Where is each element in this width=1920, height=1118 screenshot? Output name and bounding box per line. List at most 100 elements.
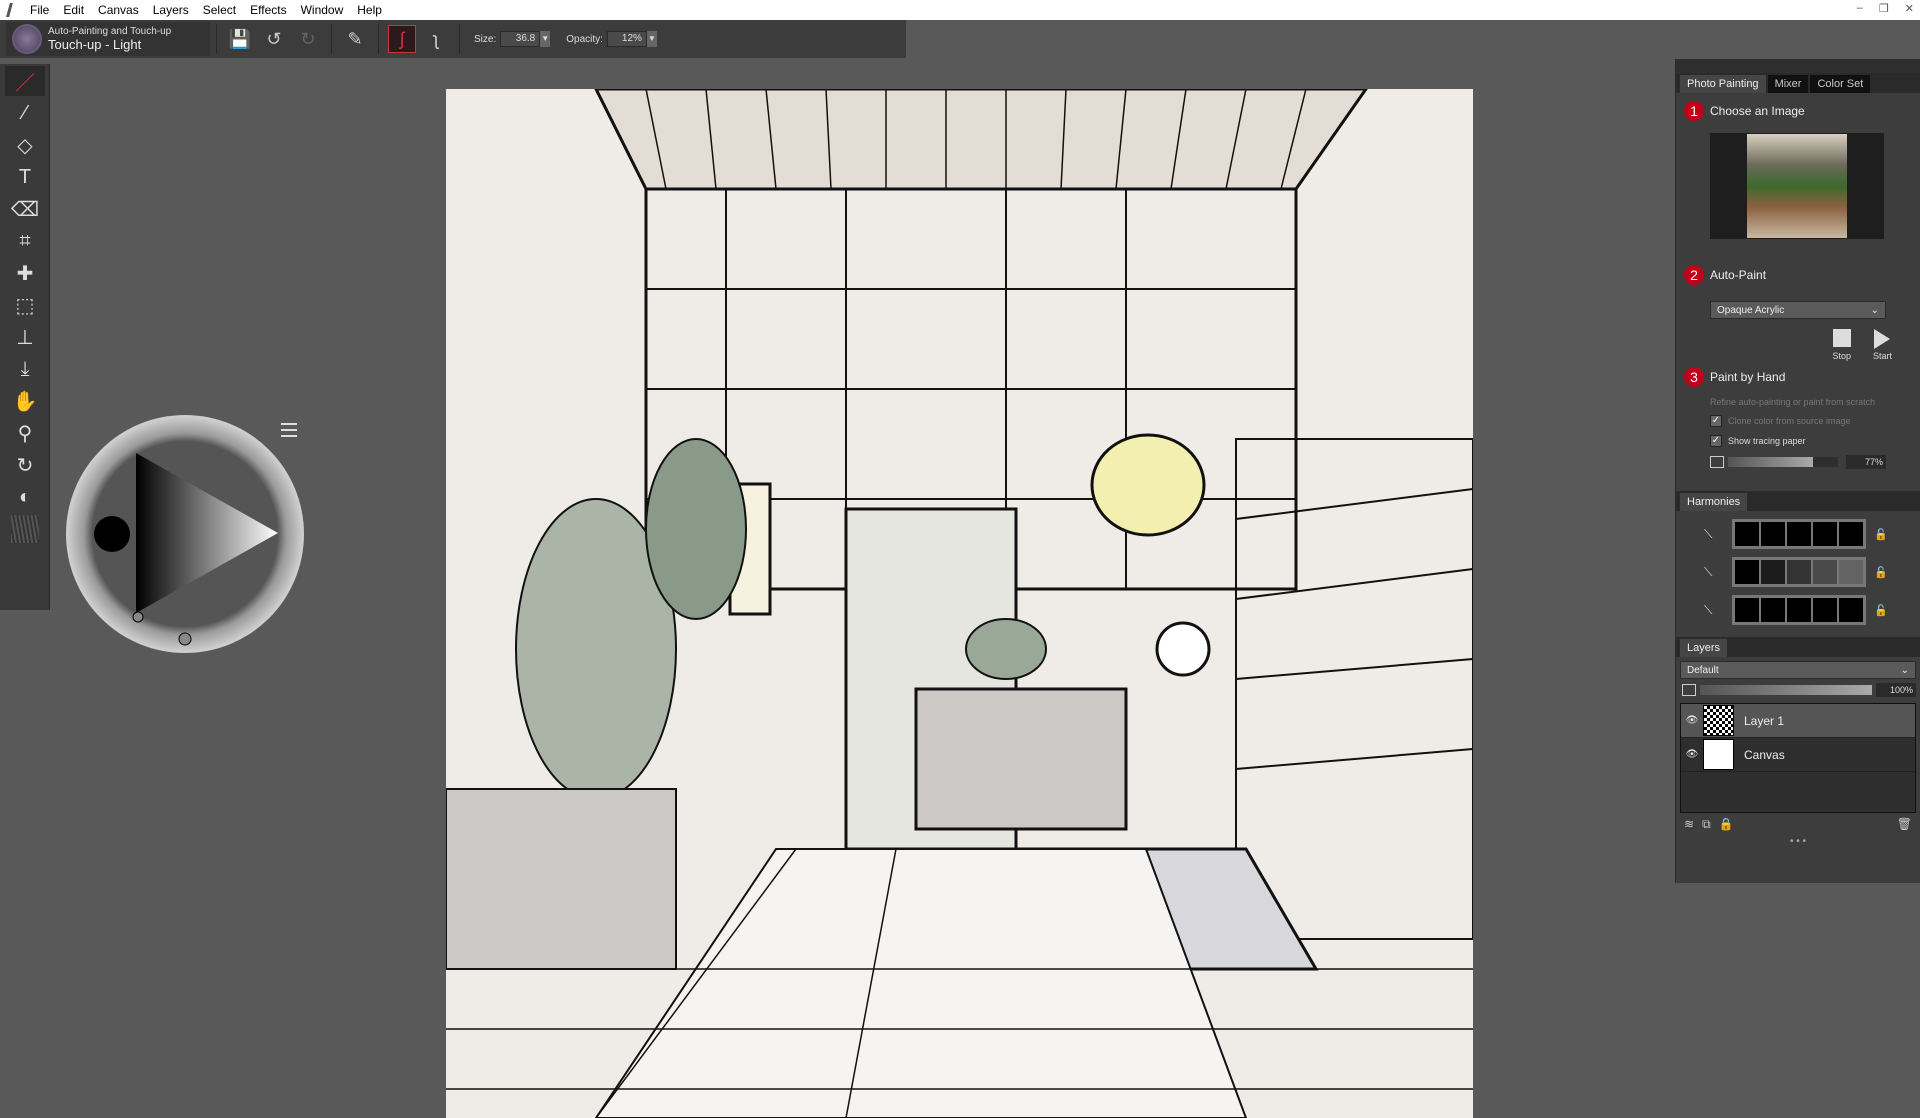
color-swatch[interactable]: [1787, 560, 1811, 584]
color-swatch[interactable]: [1735, 560, 1759, 584]
opacity-dropdown-icon[interactable]: ▼: [646, 31, 657, 47]
redo-icon[interactable]: ↻: [294, 25, 322, 53]
brush-selector[interactable]: Auto-Painting and Touch-up Touch-up - Lig…: [6, 22, 210, 56]
save-icon[interactable]: 💾: [226, 25, 254, 53]
wheel-menu-icon[interactable]: [281, 423, 297, 437]
start-label: Start: [1872, 351, 1892, 361]
checkmark-icon: ✓: [1710, 435, 1722, 447]
menu-canvas[interactable]: Canvas: [98, 3, 139, 17]
color-triangle[interactable]: [66, 415, 304, 653]
size-field[interactable]: 36.8: [500, 31, 541, 47]
color-swatch[interactable]: [1787, 598, 1811, 622]
straight-line-stroke-icon[interactable]: ʅ: [422, 25, 450, 53]
crop-tool-icon[interactable]: ⌗: [5, 226, 45, 256]
menu-window[interactable]: Window: [301, 3, 344, 17]
layer-opacity-value[interactable]: 100%: [1876, 683, 1916, 697]
tab-color-set[interactable]: Color Set: [1810, 75, 1871, 93]
menu-effects[interactable]: Effects: [250, 3, 286, 17]
lock-layer-icon[interactable]: 🔒: [1719, 817, 1734, 832]
start-button[interactable]: Start: [1873, 329, 1892, 361]
play-icon: [1874, 329, 1891, 349]
unlock-icon[interactable]: 🔓: [1874, 604, 1888, 617]
layer-commands-icon[interactable]: ≋: [1684, 817, 1694, 832]
color-swatch[interactable]: [1735, 598, 1759, 622]
restore-icon[interactable]: ❐: [1879, 2, 1889, 15]
paint-bucket-icon[interactable]: ◇: [5, 130, 45, 160]
opacity-field[interactable]: 12%: [606, 31, 647, 47]
unlock-icon[interactable]: 🔓: [1874, 528, 1888, 541]
source-image-thumbnail[interactable]: [1710, 133, 1884, 239]
eye-icon[interactable]: 👁: [1681, 749, 1703, 760]
menu-layers[interactable]: Layers: [153, 3, 189, 17]
text-tool-icon[interactable]: T: [5, 162, 45, 192]
stop-button[interactable]: Stop: [1832, 329, 1851, 361]
dropper-tool-icon[interactable]: ⁄: [5, 98, 45, 128]
transform-tool-icon[interactable]: ⤓: [5, 354, 45, 384]
layer-name: Canvas: [1744, 747, 1785, 762]
menu-select[interactable]: Select: [203, 3, 236, 17]
color-swatch[interactable]: [1813, 522, 1837, 546]
grabber-tool-icon[interactable]: ✋: [5, 386, 45, 416]
menu-file[interactable]: File: [30, 3, 49, 17]
harmony-rule-icon[interactable]: ⟍: [1704, 527, 1726, 542]
color-swatch[interactable]: [1735, 522, 1759, 546]
color-swatch[interactable]: [1787, 522, 1811, 546]
eye-icon[interactable]: 👁: [1681, 715, 1703, 726]
new-layer-icon[interactable]: ⧉: [1702, 817, 1711, 832]
harmonies-title[interactable]: Harmonies: [1680, 493, 1748, 511]
layer-adjuster-icon[interactable]: ✚: [5, 258, 45, 288]
menu-edit[interactable]: Edit: [63, 3, 84, 17]
layer-row-layer-1[interactable]: 👁 Layer 1: [1681, 704, 1915, 738]
stop-icon: [1832, 329, 1851, 347]
clone-color-checkbox[interactable]: ✓ Clone color from source image: [1710, 415, 1920, 427]
show-tracing-paper-checkbox[interactable]: ✓ Show tracing paper: [1710, 435, 1920, 447]
harmony-rule-icon[interactable]: ⟍: [1704, 603, 1726, 618]
color-swatches-icon[interactable]: ◐: [5, 482, 45, 512]
eraser-tool-icon[interactable]: ⌫: [5, 194, 45, 224]
magnifier-icon[interactable]: ⚲: [5, 418, 45, 448]
style-value: Opaque Acrylic: [1717, 304, 1785, 316]
color-wheel[interactable]: [66, 415, 304, 653]
composite-method-select[interactable]: Default ⌄: [1680, 661, 1916, 679]
brush-tracking-icon[interactable]: ✎: [341, 25, 369, 53]
menu-help[interactable]: Help: [357, 3, 382, 17]
minimize-icon[interactable]: –: [1857, 2, 1863, 15]
color-swatch[interactable]: [1839, 560, 1863, 584]
more-options-icon[interactable]: • • •: [1676, 836, 1920, 847]
choose-image-heading: Choose an Image: [1710, 104, 1805, 118]
brush-category: Auto-Painting and Touch-up: [48, 26, 172, 37]
harmony-rule-icon[interactable]: ⟍: [1704, 565, 1726, 580]
cloner-tool-icon[interactable]: ⊥: [5, 322, 45, 352]
freehand-stroke-icon[interactable]: ʃ: [388, 25, 416, 53]
color-swatch[interactable]: [1761, 560, 1785, 584]
tab-mixer[interactable]: Mixer: [1767, 75, 1809, 93]
layer-row-canvas[interactable]: 👁 Canvas: [1681, 738, 1915, 772]
layers-title[interactable]: Layers: [1680, 639, 1728, 657]
layer-opacity-slider[interactable]: [1700, 685, 1872, 695]
color-swatch[interactable]: [1813, 598, 1837, 622]
color-swatch[interactable]: [1839, 522, 1863, 546]
undo-icon[interactable]: ↺: [260, 25, 288, 53]
tracing-opacity-slider[interactable]: [1728, 457, 1838, 467]
tracing-opacity-value[interactable]: 77%: [1846, 455, 1886, 469]
canvas[interactable]: [446, 89, 1473, 1118]
tab-photo-painting[interactable]: Photo Painting: [1680, 75, 1766, 93]
harmony-row: ⟍ 🔓: [1704, 519, 1920, 549]
paper-texture-icon[interactable]: [5, 514, 45, 544]
delete-layer-icon[interactable]: 🗑: [1897, 817, 1912, 832]
color-swatch[interactable]: [1839, 598, 1863, 622]
rectangle-select-icon[interactable]: ⬚: [5, 290, 45, 320]
brush-tool-icon[interactable]: ／: [5, 66, 45, 96]
color-swatch[interactable]: [1813, 560, 1837, 584]
rotate-page-icon[interactable]: ↻: [5, 450, 45, 480]
color-swatch[interactable]: [1761, 522, 1785, 546]
menu-bar: File Edit Canvas Layers Select Effects W…: [0, 0, 1920, 20]
unlock-icon[interactable]: 🔓: [1874, 566, 1888, 579]
tracing-paper-label: Show tracing paper: [1728, 436, 1806, 446]
size-dropdown-icon[interactable]: ▼: [540, 31, 551, 47]
auto-paint-style-select[interactable]: Opaque Acrylic ⌄: [1710, 301, 1886, 319]
color-swatch[interactable]: [1761, 598, 1785, 622]
harmony-row: ⟍ 🔓: [1704, 557, 1920, 587]
close-icon[interactable]: ✕: [1905, 2, 1914, 15]
step-number: 3: [1684, 367, 1704, 387]
